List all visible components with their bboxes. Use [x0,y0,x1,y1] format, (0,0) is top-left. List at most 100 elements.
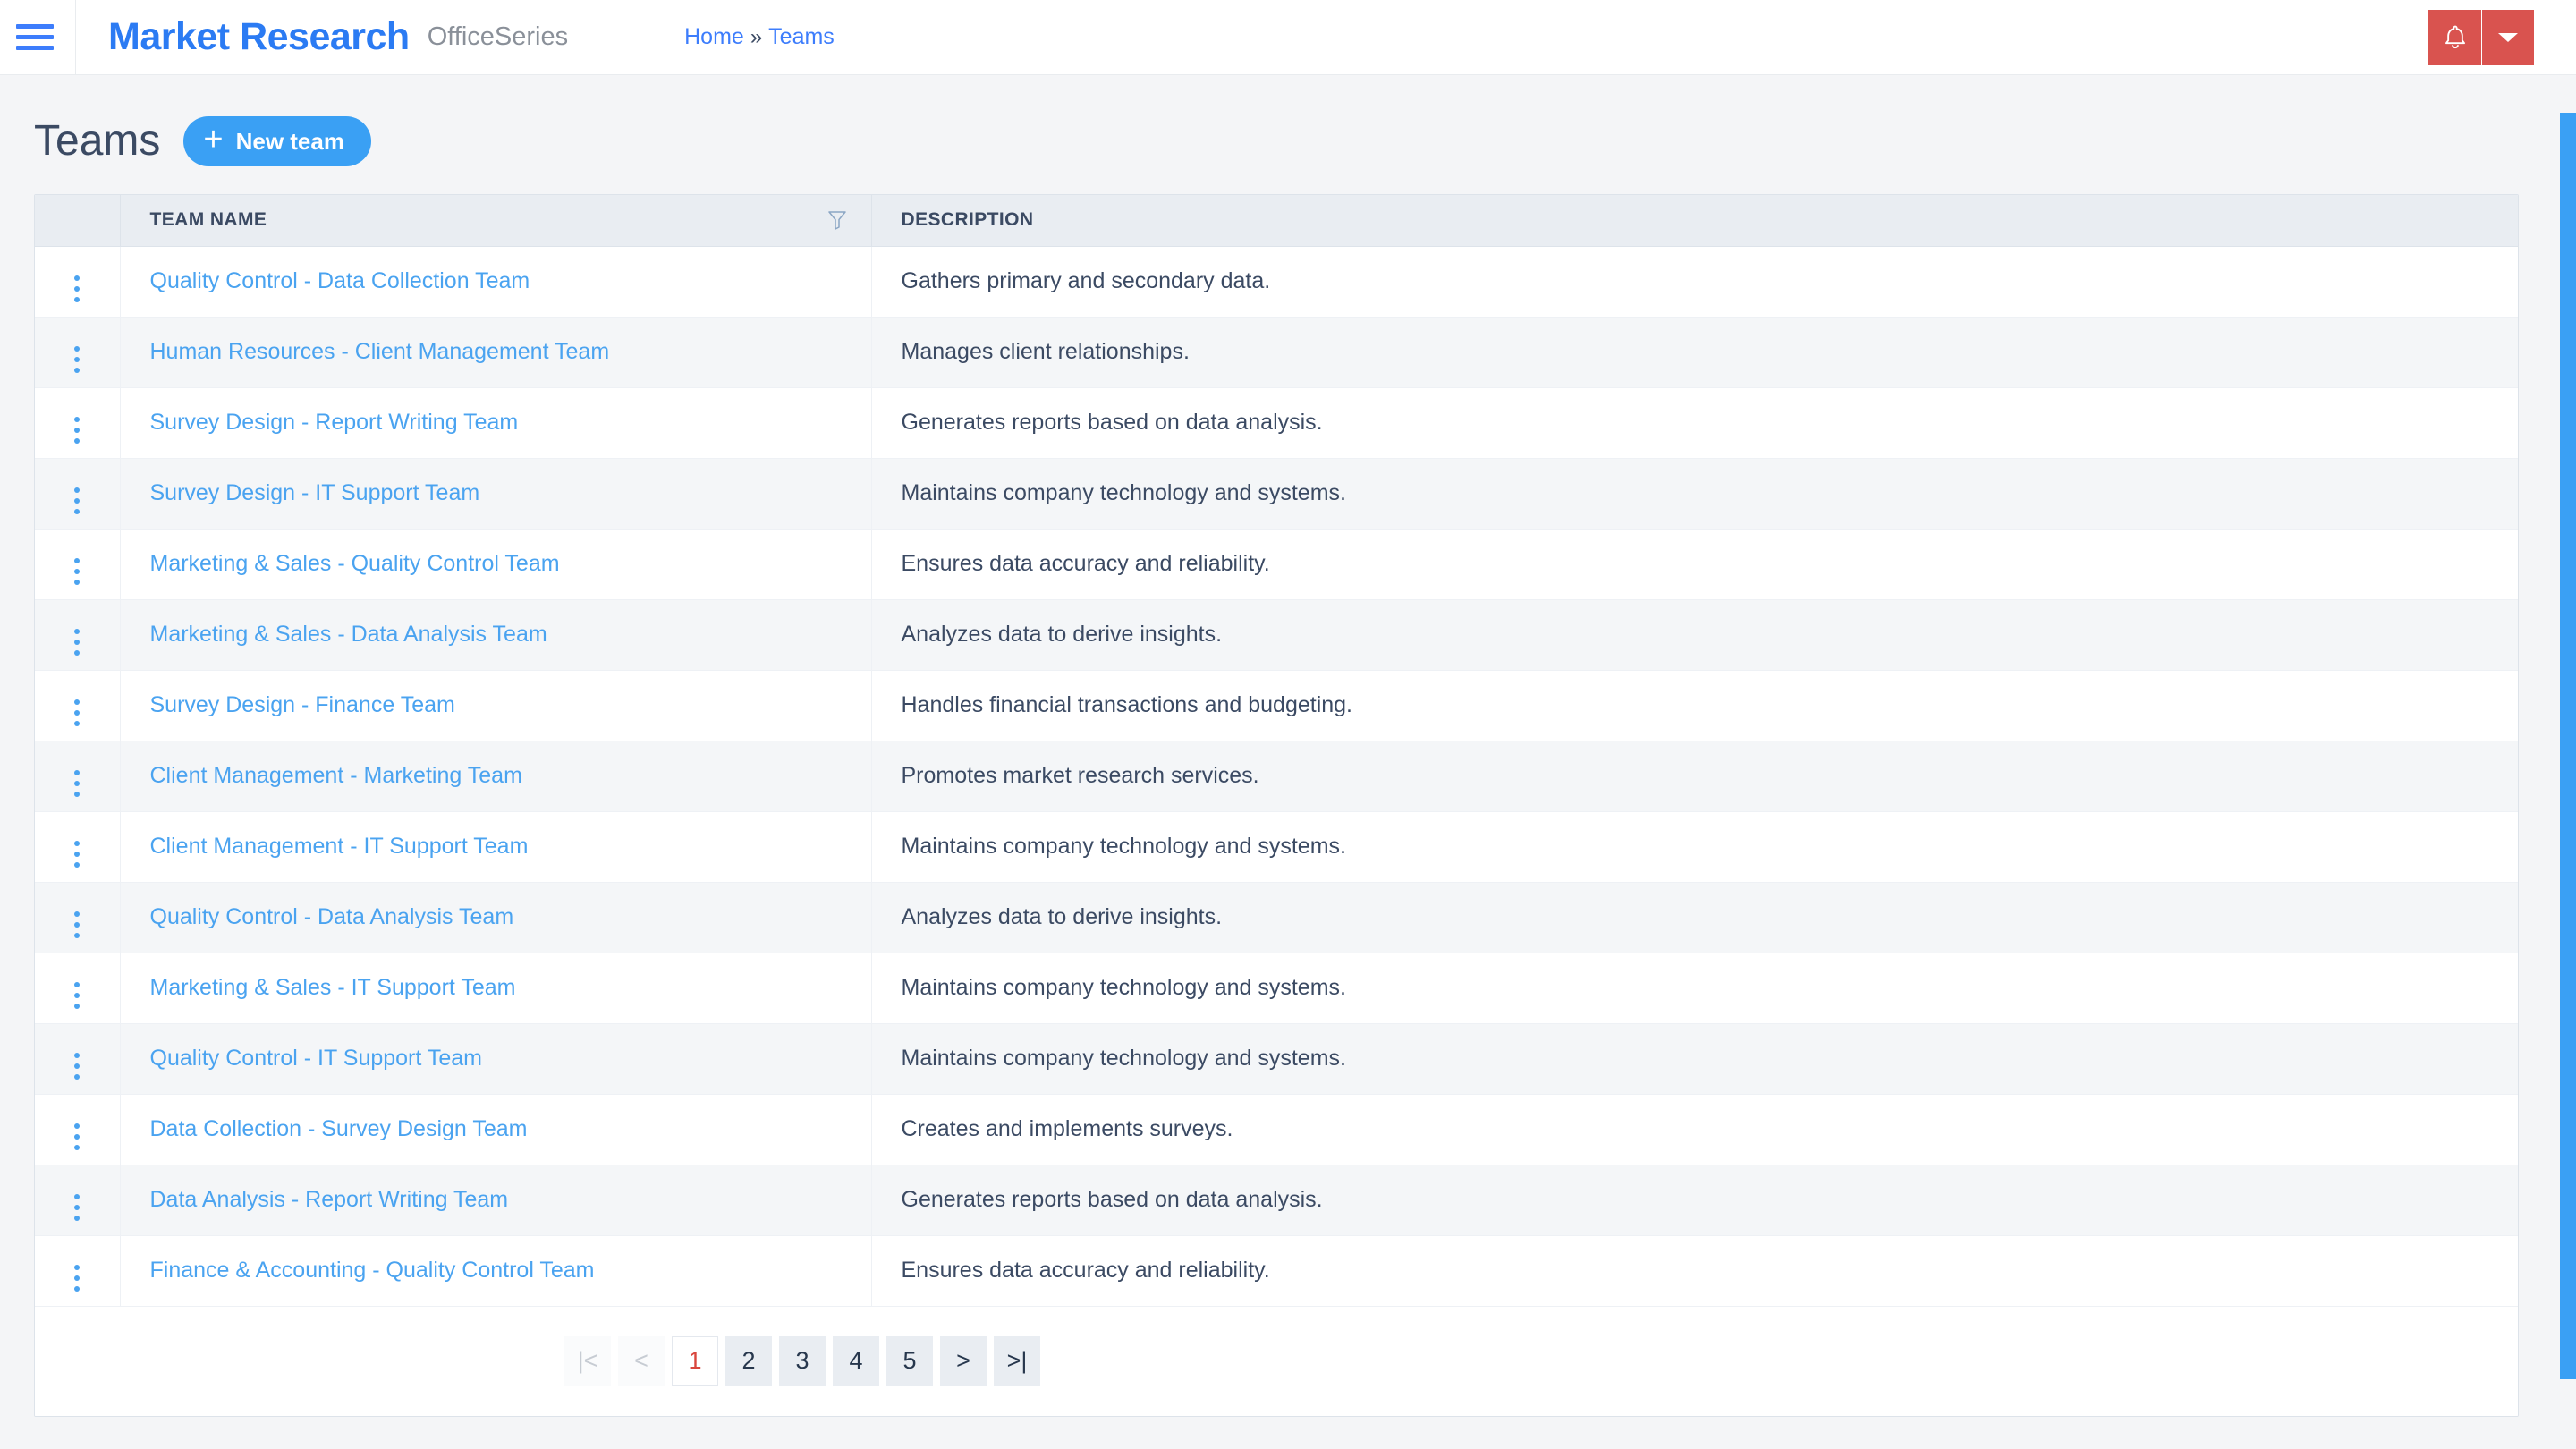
pagination-first-button-label: |< [577,1347,598,1374]
team-name-cell: Quality Control - IT Support Team [120,1023,872,1095]
vertical-dots-icon[interactable] [74,699,80,726]
table-row: Survey Design - IT Support Team Maintains… [35,458,2518,530]
team-description-cell: Ensures data accuracy and reliability. [871,1235,2518,1307]
row-actions-cell [35,1235,121,1307]
pagination-prev-button: < [618,1335,665,1386]
team-name-link[interactable]: Client Management - IT Support Team [150,834,529,859]
vertical-dots-icon[interactable] [74,557,80,585]
vertical-dots-icon[interactable] [74,487,80,514]
brand-title: Market Research [108,15,410,58]
top-navbar: Market Research OfficeSeries Home » Team… [0,0,2576,75]
breadcrumb-separator: » [750,24,763,49]
team-name-link[interactable]: Survey Design - Finance Team [150,692,455,717]
table-row: Data Analysis - Report Writing Team Gener… [35,1165,2518,1236]
team-name-link[interactable]: Finance & Accounting - Quality Control T… [150,1258,595,1283]
header-team-name-label: TEAM NAME [149,209,267,231]
pagination-page-1-label: 1 [688,1347,702,1374]
vertical-dots-icon[interactable] [74,275,80,302]
table-row: Quality Control - IT Support Team Maintai… [35,1023,2518,1095]
team-name-cell: Client Management - Marketing Team [120,741,872,812]
header-description: DESCRIPTION [871,195,2518,247]
team-name-link[interactable]: Survey Design - Report Writing Team [150,410,519,435]
pagination-last-button-label: >| [1006,1347,1028,1374]
team-description-cell: Ensures data accuracy and reliability. [871,529,2518,600]
team-name-link[interactable]: Human Resources - Client Management Team [150,339,610,364]
row-actions-cell [35,599,121,671]
vertical-dots-icon[interactable] [74,769,80,797]
row-actions-cell [35,246,121,318]
pagination-page-5[interactable]: 5 [886,1335,933,1386]
team-name-cell: Survey Design - Report Writing Team [120,387,872,459]
page-content: Teams + New team TEAM NAME DESCRIPTION Q… [0,75,2576,1449]
new-team-button-label: New team [235,127,344,155]
team-name-link[interactable]: Marketing & Sales - Data Analysis Team [150,622,547,647]
team-description-cell: Creates and implements surveys. [871,1094,2518,1165]
vertical-dots-icon[interactable] [74,840,80,868]
team-description-cell: Maintains company technology and systems… [871,1023,2518,1095]
vertical-scrollbar[interactable] [2553,76,2576,1449]
notifications-button[interactable] [2428,10,2482,65]
table-row: Data Collection - Survey Design Team Crea… [35,1094,2518,1165]
pagination-last-button[interactable]: >| [994,1335,1040,1386]
vertical-dots-icon[interactable] [74,1193,80,1221]
team-name-cell: Quality Control - Data Collection Team [120,246,872,318]
pagination-page-4-label: 4 [849,1347,863,1374]
table-row: Client Management - Marketing Team Promot… [35,741,2518,812]
page-header: Teams + New team [0,75,2576,166]
team-name-cell: Quality Control - Data Analysis Team [120,882,872,953]
team-description-cell: Maintains company technology and systems… [871,953,2518,1024]
team-name-link[interactable]: Marketing & Sales - Quality Control Team [150,551,560,576]
vertical-dots-icon[interactable] [74,911,80,938]
team-name-cell: Marketing & Sales - IT Support Team [120,953,872,1024]
pagination-page-3[interactable]: 3 [779,1335,826,1386]
vertical-dots-icon[interactable] [74,628,80,656]
plus-icon: + [203,121,224,158]
table-row: Client Management - IT Support Team Maint… [35,811,2518,883]
hamburger-menu-icon[interactable] [16,24,55,50]
vertical-dots-icon[interactable] [74,1264,80,1292]
caret-down-icon [2498,33,2518,42]
team-name-cell: Marketing & Sales - Data Analysis Team [120,599,872,671]
vertical-dots-icon[interactable] [74,416,80,444]
brand-subtitle: OfficeSeries [427,22,569,51]
table-row: Marketing & Sales - Quality Control Team… [35,529,2518,600]
row-actions-cell [35,317,121,388]
team-name-link[interactable]: Marketing & Sales - IT Support Team [150,975,516,1000]
user-dropdown-button[interactable] [2482,10,2534,65]
vertical-dots-icon[interactable] [74,345,80,373]
breadcrumb-current-link[interactable]: Teams [768,24,835,50]
bell-icon [2445,25,2465,49]
new-team-button[interactable]: + New team [183,116,371,166]
pagination-first-button: |< [564,1335,611,1386]
hamburger-line [16,24,54,29]
team-description-cell: Gathers primary and secondary data. [871,246,2518,318]
table-row: Marketing & Sales - IT Support Team Maint… [35,953,2518,1024]
team-name-link[interactable]: Data Analysis - Report Writing Team [150,1187,509,1212]
team-name-link[interactable]: Quality Control - IT Support Team [150,1046,482,1071]
pagination-page-2-label: 2 [741,1347,756,1374]
teams-table: TEAM NAME DESCRIPTION Quality Control - … [35,195,2518,1307]
header-actions-column [35,195,121,247]
row-actions-cell [35,670,121,741]
pagination-page-1[interactable]: 1 [672,1335,718,1386]
pagination-next-button[interactable]: > [940,1335,987,1386]
table-row: Human Resources - Client Management Team… [35,317,2518,388]
pagination-page-4[interactable]: 4 [833,1335,879,1386]
row-actions-cell [35,811,121,883]
vertical-dots-icon[interactable] [74,1123,80,1150]
team-name-cell: Finance & Accounting - Quality Control T… [120,1235,872,1307]
team-name-link[interactable]: Quality Control - Data Collection Team [150,268,530,293]
scrollbar-thumb[interactable] [2560,113,2576,1379]
team-name-link[interactable]: Quality Control - Data Analysis Team [150,904,514,929]
vertical-dots-icon[interactable] [74,981,80,1009]
table-row: Survey Design - Report Writing Team Gener… [35,387,2518,459]
team-name-link[interactable]: Data Collection - Survey Design Team [150,1116,528,1141]
pagination-page-2[interactable]: 2 [725,1335,772,1386]
team-name-link[interactable]: Survey Design - IT Support Team [150,480,480,505]
team-description-cell: Generates reports based on data analysis… [871,387,2518,459]
filter-funnel-icon[interactable] [827,209,847,231]
team-name-link[interactable]: Client Management - Marketing Team [150,763,522,788]
row-actions-cell [35,387,121,459]
vertical-dots-icon[interactable] [74,1052,80,1080]
breadcrumb-home-link[interactable]: Home [684,24,744,50]
